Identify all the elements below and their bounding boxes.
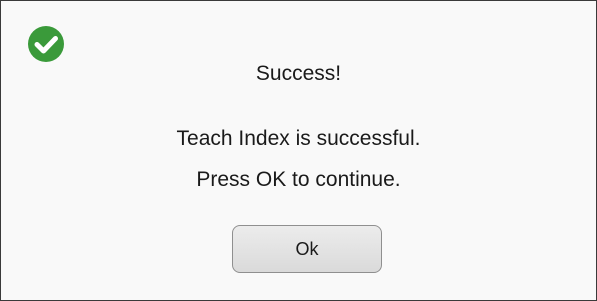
success-dialog: Success! Teach Index is successful. Pres…	[0, 0, 597, 301]
ok-button[interactable]: Ok	[232, 225, 382, 273]
success-check-icon	[28, 26, 64, 62]
dialog-message-line-1: Teach Index is successful.	[176, 127, 421, 150]
dialog-title: Success!	[255, 62, 342, 85]
dialog-message-line-2: Press OK to continue.	[196, 168, 401, 191]
